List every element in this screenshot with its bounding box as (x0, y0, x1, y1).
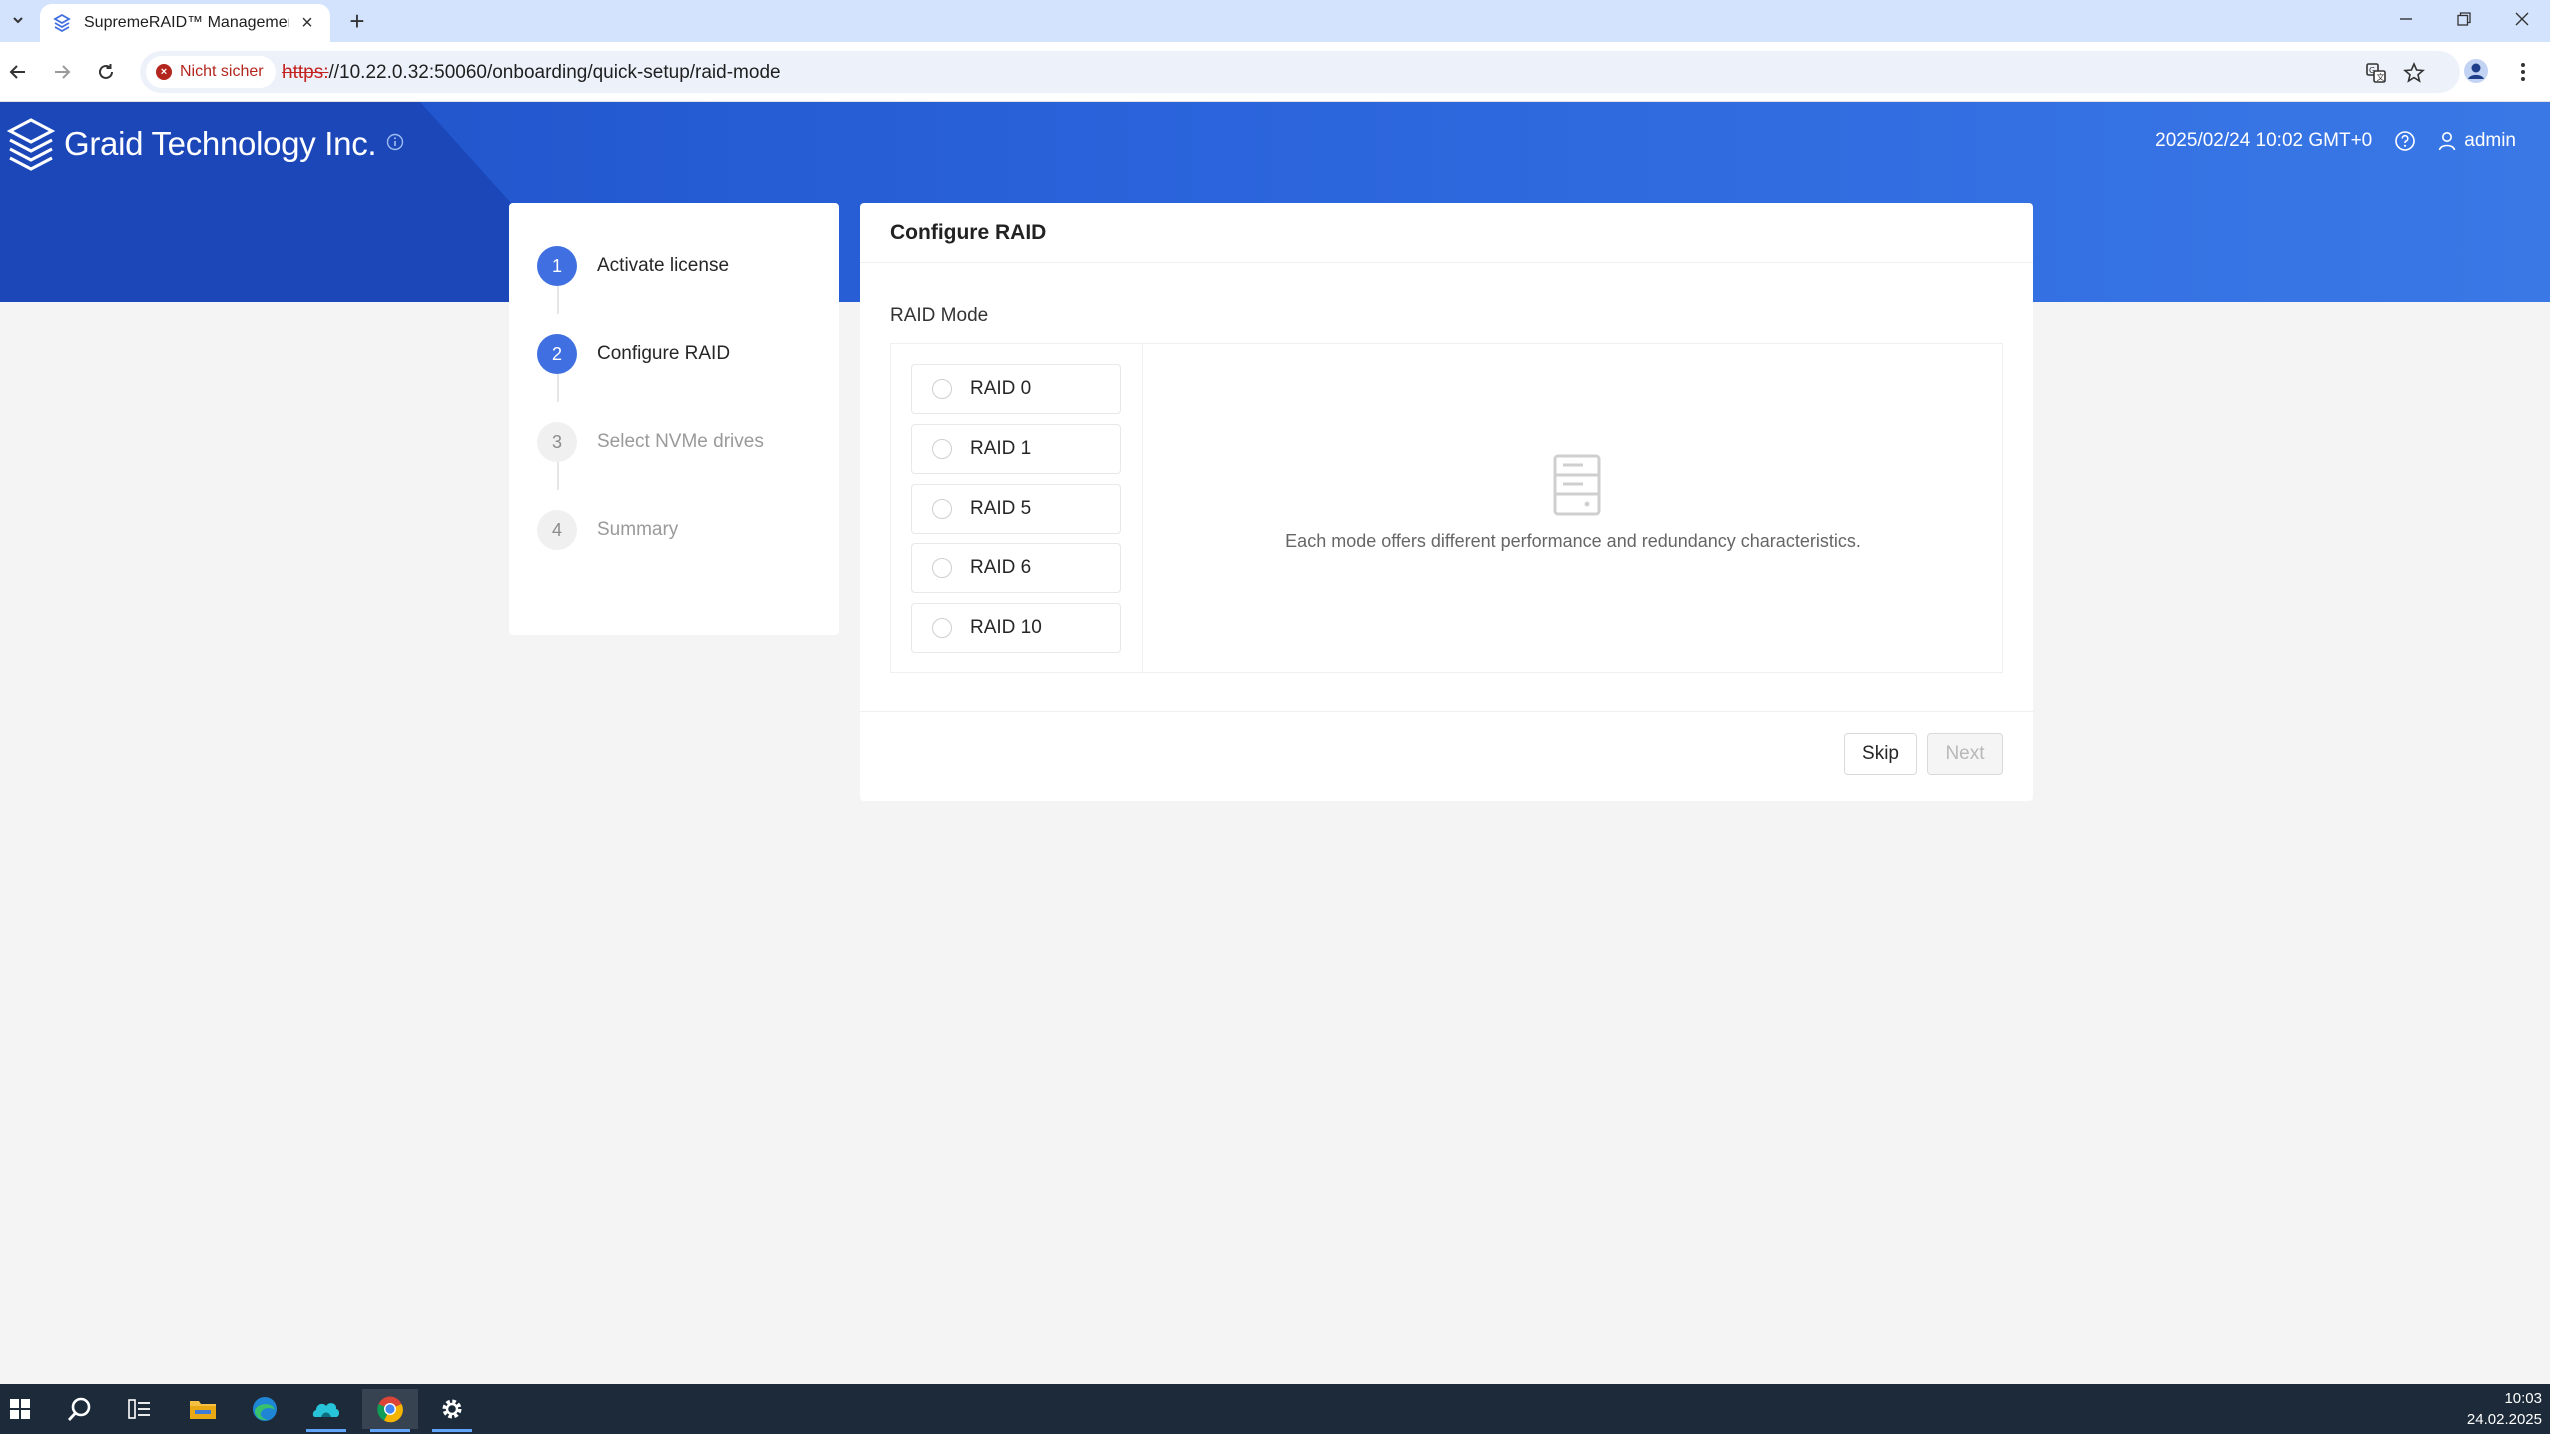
file-explorer-icon[interactable] (175, 1389, 231, 1429)
header-datetime: 2025/02/24 10:02 GMT+0 (2155, 130, 2373, 151)
raid-description-panel: Each mode offers different performance a… (1143, 344, 2003, 672)
raid-mode-options: RAID 0 RAID 1 RAID 5 RAID 6 RAID 10 (891, 344, 1143, 672)
raid-mode-label: RAID Mode (890, 305, 989, 326)
url-scheme: https: (282, 62, 329, 83)
radio-button[interactable] (932, 618, 952, 638)
step-summary[interactable]: 4 Summary (537, 510, 678, 550)
raid-mode-panel: RAID 0 RAID 1 RAID 5 RAID 6 RAID 10 Each… (890, 343, 2003, 673)
step-configure-raid[interactable]: 2 Configure RAID (537, 334, 730, 374)
radio-button[interactable] (932, 439, 952, 459)
url-text[interactable]: https://10.22.0.32:50060/onboarding/quic… (282, 62, 781, 84)
raid-option-label: RAID 1 (970, 438, 1032, 459)
step-activate-license[interactable]: 1 Activate license (537, 246, 729, 286)
settings-gear-icon[interactable] (424, 1389, 480, 1432)
windows-start-icon[interactable] (0, 1389, 48, 1429)
raid-option-raid6[interactable]: RAID 6 (911, 543, 1121, 593)
card-footer-divider (860, 711, 2033, 712)
restore-icon[interactable] (2436, 0, 2492, 38)
browser-toolbar: × Nicht sicher https://10.22.0.32:50060/… (0, 42, 2550, 102)
window-close-icon[interactable] (2494, 0, 2550, 38)
svg-text:文: 文 (2377, 72, 2385, 82)
step-number: 4 (537, 510, 577, 550)
step-number: 3 (537, 422, 577, 462)
step-connector (557, 462, 559, 490)
clock-date: 24.02.2025 (2466, 1411, 2542, 1428)
forward-arrow-icon[interactable] (46, 56, 78, 88)
radio-button[interactable] (932, 379, 952, 399)
setup-steps: 1 Activate license 2 Configure RAID 3 Se… (509, 203, 839, 635)
configure-raid-card: Configure RAID RAID Mode RAID 0 RAID 1 R… (860, 203, 2033, 801)
raid-option-raid1[interactable]: RAID 1 (911, 424, 1121, 474)
step-connector (557, 374, 559, 402)
info-icon[interactable] (386, 133, 404, 151)
raid-description-text: Each mode offers different performance a… (1285, 531, 1861, 551)
header-right: 2025/02/24 10:02 GMT+0 admin (2155, 130, 2516, 152)
reload-icon[interactable] (90, 56, 122, 88)
graid-favicon-icon (53, 13, 71, 33)
address-bar[interactable]: × Nicht sicher https://10.22.0.32:50060/… (140, 51, 2460, 93)
clock-time: 10:03 (2504, 1390, 2542, 1407)
running-indicator (370, 1429, 410, 1432)
app-cloud-icon[interactable] (298, 1389, 354, 1432)
step-select-nvme-drives[interactable]: 3 Select NVMe drives (537, 422, 764, 462)
security-chip[interactable]: × Nicht sicher (146, 56, 276, 88)
radio-button[interactable] (932, 558, 952, 578)
new-tab-plus-icon[interactable]: + (342, 6, 372, 36)
radio-button[interactable] (932, 499, 952, 519)
back-arrow-icon[interactable] (2, 56, 34, 88)
chrome-browser-icon[interactable] (362, 1389, 418, 1432)
raid-option-raid10[interactable]: RAID 10 (911, 603, 1121, 653)
windows-taskbar: 10:03 24.02.2025 (0, 1384, 2550, 1434)
step-label: Select NVMe drives (597, 431, 764, 452)
running-indicator (306, 1429, 346, 1432)
step-number: 1 (537, 246, 577, 286)
translate-icon[interactable]: G文 (2362, 59, 2390, 87)
brand-name: Graid Technology Inc. (64, 125, 377, 162)
tab-title: SupremeRAID™ Management C (84, 14, 289, 31)
user-menu[interactable]: admin (2438, 130, 2516, 152)
next-button[interactable]: Next (1927, 733, 2003, 775)
user-name: admin (2464, 130, 2516, 151)
raid-option-raid0[interactable]: RAID 0 (911, 364, 1121, 414)
search-icon[interactable] (52, 1389, 108, 1429)
raid-option-label: RAID 5 (970, 498, 1032, 519)
step-label: Activate license (597, 255, 730, 276)
app-page: Graid Technology Inc. 2025/02/24 10:02 G… (0, 102, 2550, 1384)
url-path: //10.22.0.32:50060/onboarding/quick-setu… (328, 62, 781, 83)
card-title: Configure RAID (860, 203, 2033, 263)
browser-tabstrip: SupremeRAID™ Management C × + (0, 0, 2550, 42)
user-icon (2438, 132, 2456, 151)
step-connector (557, 286, 559, 314)
edge-browser-icon[interactable] (237, 1389, 293, 1429)
security-label: Nicht sicher (180, 63, 264, 80)
tab-close-icon[interactable]: × (296, 12, 318, 34)
graid-logo-icon (6, 118, 56, 171)
bookmark-star-icon[interactable] (2400, 59, 2428, 87)
task-view-icon[interactable] (112, 1389, 168, 1429)
skip-button[interactable]: Skip (1844, 733, 1917, 775)
raid-option-label: RAID 0 (970, 378, 1032, 399)
profile-avatar-icon[interactable] (2460, 55, 2492, 87)
raid-option-raid5[interactable]: RAID 5 (911, 484, 1121, 534)
tab-list-chevron-icon[interactable] (4, 6, 32, 34)
browser-tab-active[interactable]: SupremeRAID™ Management C × (40, 4, 330, 42)
svg-text:G: G (2369, 66, 2375, 75)
running-indicator (432, 1429, 472, 1432)
help-icon[interactable] (2394, 130, 2416, 152)
raid-option-label: RAID 10 (970, 617, 1042, 638)
minimize-icon[interactable] (2378, 0, 2434, 38)
browser-menu-icon[interactable] (2508, 56, 2538, 88)
document-placeholder-icon (1553, 454, 1601, 516)
not-secure-icon: × (156, 64, 172, 80)
system-clock[interactable]: 10:03 24.02.2025 (2467, 1388, 2542, 1430)
brand[interactable]: Graid Technology Inc. (4, 116, 404, 172)
step-number: 2 (537, 334, 577, 374)
step-label: Summary (597, 519, 679, 540)
raid-option-label: RAID 6 (970, 557, 1032, 578)
step-label: Configure RAID (597, 343, 731, 364)
